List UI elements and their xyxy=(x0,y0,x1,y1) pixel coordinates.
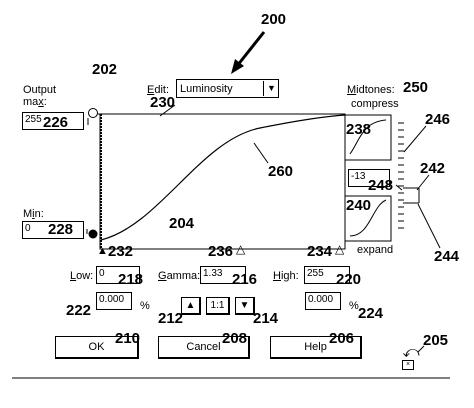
input-white-marker-icon[interactable]: △ xyxy=(335,242,344,256)
gamma-ratio-label: 1:1 xyxy=(210,300,225,311)
low-ref: 218 xyxy=(118,271,144,288)
help-ref: 206 xyxy=(329,330,355,347)
input-black-marker-ref: 232 xyxy=(108,243,134,260)
output-min-value: 0 xyxy=(25,223,31,234)
midtones-value: -13 xyxy=(351,171,366,182)
chevron-down-icon[interactable]: ▼ xyxy=(263,81,279,96)
midtone-slider-handle[interactable] xyxy=(403,187,420,204)
gamma-label: Gamma: xyxy=(158,270,201,282)
figure-ref: 200 xyxy=(261,11,287,28)
gamma-reset-button[interactable]: 1:1 xyxy=(206,297,230,315)
gamma-ref: 216 xyxy=(232,271,258,288)
ok-button-label: OK xyxy=(88,341,105,353)
gamma-up-ref: 212 xyxy=(158,310,184,327)
reset-box-icon: × xyxy=(402,360,414,370)
output-label: Output xyxy=(23,84,57,96)
midtone-slider-ref: 246 xyxy=(425,111,451,128)
high-ref: 220 xyxy=(336,271,362,288)
figure-pointer-arrow xyxy=(231,31,266,74)
output-max-handle[interactable] xyxy=(88,108,98,118)
cancel-button-label: Cancel xyxy=(186,341,221,353)
help-button-label: Help xyxy=(304,341,327,353)
midtones-value-ref: 248 xyxy=(368,177,394,194)
cancel-ref: 208 xyxy=(222,330,248,347)
output-min-ref: 228 xyxy=(48,221,74,238)
midtones-label: Midtones: xyxy=(347,84,395,96)
clip-left-ref: 222 xyxy=(66,302,92,319)
expand-thumb-ref: 240 xyxy=(346,197,372,214)
output-max-ref: 226 xyxy=(43,114,69,131)
reset-ref: 205 xyxy=(423,332,449,349)
triangle-up-icon: ▲ xyxy=(185,300,196,311)
high-value: 255 xyxy=(307,268,324,279)
tone-curve-ref: 260 xyxy=(268,163,294,180)
midtone-bracket-ref: 244 xyxy=(434,248,460,265)
midtone-handle-ref: 242 xyxy=(420,160,446,177)
low-value: 0 xyxy=(99,268,105,279)
graph-area xyxy=(99,113,346,250)
ok-ref: 210 xyxy=(115,330,141,347)
low-label: Low: xyxy=(70,270,94,282)
output-min-label: Min: xyxy=(23,208,44,220)
edit-dropdown[interactable]: Luminosity ▼ xyxy=(176,79,279,98)
compress-label: compress xyxy=(351,98,399,110)
clip-right-value: 0.000 xyxy=(308,294,334,305)
triangle-down-icon: ▼ xyxy=(239,300,250,311)
gamma-marker-ref: 236 xyxy=(208,243,234,260)
clip-right-field[interactable]: 0.000 xyxy=(305,292,341,310)
dialog-ref: 202 xyxy=(92,61,118,78)
edit-dropdown-value: Luminosity xyxy=(180,83,233,95)
tone-curve[interactable] xyxy=(100,114,346,241)
graph-area-ref: 204 xyxy=(169,215,195,232)
gamma-down-button[interactable]: ▼ xyxy=(235,297,255,315)
gamma-down-ref: 214 xyxy=(253,310,279,327)
edit-ref: 230 xyxy=(150,94,176,111)
input-white-marker-ref: 234 xyxy=(307,243,333,260)
clip-left-value: 0.000 xyxy=(99,294,125,305)
gamma-marker-icon[interactable]: △ xyxy=(236,242,245,256)
output-min-handle[interactable] xyxy=(88,229,98,239)
compress-thumb-ref: 238 xyxy=(346,121,372,138)
input-black-marker-icon[interactable]: ▲ xyxy=(97,245,108,257)
clip-left-field[interactable]: 0.000 xyxy=(96,292,132,310)
midtone-slider-ticks[interactable] xyxy=(398,122,404,229)
clip-right-ref: 224 xyxy=(358,305,384,322)
output-max-value: 255 xyxy=(25,114,42,125)
expand-label: expand xyxy=(357,244,394,256)
output-max-label: max: xyxy=(23,96,47,108)
gamma-up-button[interactable]: ▲ xyxy=(181,297,201,315)
high-label: High: xyxy=(273,270,299,282)
gamma-value: 1.33 xyxy=(203,268,223,279)
midtones-ref: 250 xyxy=(403,79,429,96)
clip-left-percent: % xyxy=(140,300,150,312)
